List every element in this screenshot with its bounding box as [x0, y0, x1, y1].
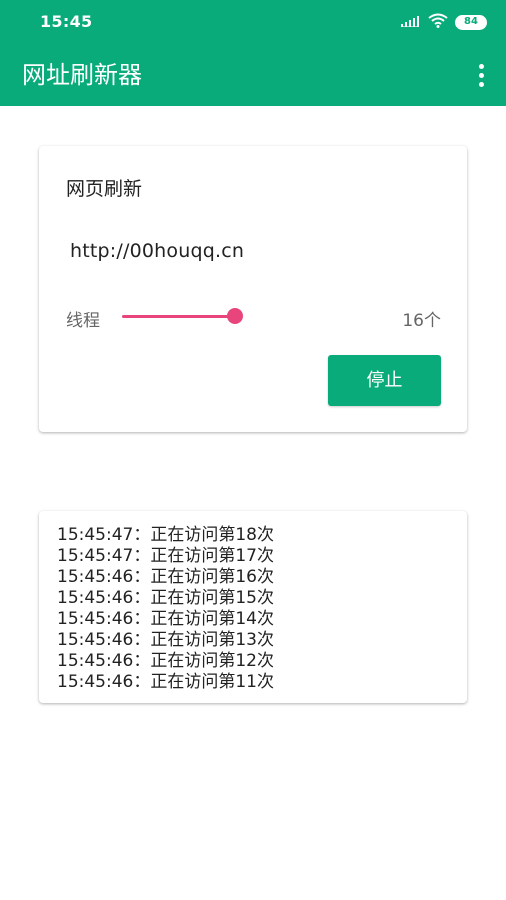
overflow-menu-button[interactable] [468, 57, 494, 93]
status-time: 15:45 [40, 12, 93, 31]
app-bar: 网址刷新器 [0, 44, 506, 106]
status-icons: 84 [401, 13, 487, 31]
stop-button[interactable]: 停止 [328, 355, 441, 406]
more-vert-icon [478, 63, 484, 69]
log-item: 15:45:46：正在访问第14次 [57, 609, 274, 629]
log-item: 15:45:46：正在访问第13次 [57, 630, 274, 650]
log-item: 15:45:47：正在访问第18次 [57, 525, 274, 545]
status-bar: 15:45 84 [0, 0, 506, 44]
log-item: 15:45:46：正在访问第12次 [57, 651, 274, 671]
thread-count: 16个 [402, 311, 441, 331]
log-item: 15:45:46：正在访问第11次 [57, 672, 274, 691]
thread-label: 线程 [66, 311, 100, 331]
thread-slider[interactable] [122, 306, 252, 328]
battery-icon: 84 [455, 14, 487, 30]
log-list[interactable]: 15:45:47：正在访问第18次 15:45:47：正在访问第17次 15:4… [57, 525, 457, 691]
wifi-icon [428, 13, 448, 32]
refresh-card: 网页刷新 http://00houqq.cn 线程 16个 停止 [39, 146, 467, 432]
url-input[interactable]: http://00houqq.cn [70, 240, 244, 262]
signal-icon [401, 13, 421, 32]
card-title: 网页刷新 [66, 178, 143, 200]
log-item: 15:45:46：正在访问第16次 [57, 567, 274, 587]
log-card: 15:45:47：正在访问第18次 15:45:47：正在访问第17次 15:4… [39, 511, 467, 703]
log-item: 15:45:46：正在访问第15次 [57, 588, 274, 608]
app-title: 网址刷新器 [22, 61, 142, 89]
slider-thumb[interactable] [227, 308, 243, 324]
slider-track [122, 315, 235, 318]
log-item: 15:45:47：正在访问第17次 [57, 546, 274, 566]
